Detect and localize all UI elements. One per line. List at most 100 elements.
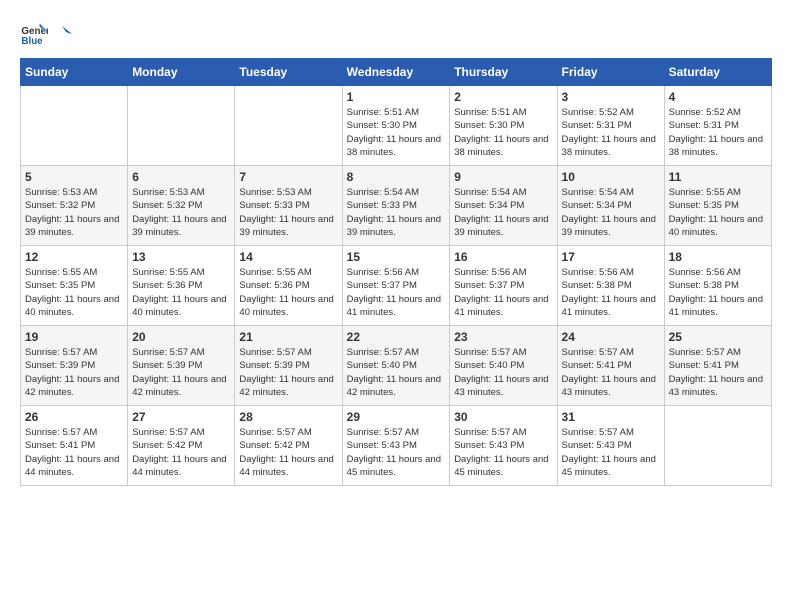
calendar-cell <box>664 406 771 486</box>
day-info: Sunrise: 5:54 AM Sunset: 5:33 PM Dayligh… <box>347 186 446 239</box>
day-info: Sunrise: 5:52 AM Sunset: 5:31 PM Dayligh… <box>562 106 660 159</box>
day-number: 8 <box>347 170 446 184</box>
svg-text:Blue: Blue <box>21 36 43 47</box>
day-number: 9 <box>454 170 552 184</box>
day-number: 2 <box>454 90 552 104</box>
calendar-cell: 19Sunrise: 5:57 AM Sunset: 5:39 PM Dayli… <box>21 326 128 406</box>
day-number: 11 <box>669 170 767 184</box>
calendar-cell: 10 Sunrise: 5:54 AM Sunset: 5:34 PM Dayli… <box>557 166 664 246</box>
day-number: 18 <box>669 250 767 264</box>
day-info: Sunrise: 5:55 AM Sunset: 5:35 PM Dayligh… <box>25 266 123 319</box>
day-info: Sunrise: 5:56 AM Sunset: 5:37 PM Dayligh… <box>347 266 446 319</box>
calendar-cell: 22Sunrise: 5:57 AM Sunset: 5:40 PM Dayli… <box>342 326 450 406</box>
day-info: Sunrise: 5:52 AM Sunset: 5:31 PM Dayligh… <box>669 106 767 159</box>
day-number: 30 <box>454 410 552 424</box>
day-info: Sunrise: 5:57 AM Sunset: 5:43 PM Dayligh… <box>347 426 446 479</box>
day-number: 12 <box>25 250 123 264</box>
page-header: General Blue <box>20 20 772 48</box>
day-info: Sunrise: 5:56 AM Sunset: 5:38 PM Dayligh… <box>669 266 767 319</box>
calendar-cell: 3 Sunrise: 5:52 AM Sunset: 5:31 PM Daylig… <box>557 86 664 166</box>
calendar-cell: 20 Sunrise: 5:57 AM Sunset: 5:39 PM Dayli… <box>128 326 235 406</box>
day-info: Sunrise: 5:53 AM Sunset: 5:32 PM Dayligh… <box>25 186 123 239</box>
column-header-wednesday: Wednesday <box>342 59 450 86</box>
calendar-cell: 28 Sunrise: 5:57 AM Sunset: 5:42 PM Dayli… <box>235 406 342 486</box>
day-info: Sunrise: 5:56 AM Sunset: 5:37 PM Dayligh… <box>454 266 552 319</box>
calendar-cell: 15 Sunrise: 5:56 AM Sunset: 5:37 PM Dayli… <box>342 246 450 326</box>
day-info: Sunrise: 5:57 AM Sunset: 5:39 PM Dayligh… <box>25 346 123 399</box>
calendar-cell: 18 Sunrise: 5:56 AM Sunset: 5:38 PM Dayli… <box>664 246 771 326</box>
calendar-cell: 17Sunrise: 5:56 AM Sunset: 5:38 PM Dayli… <box>557 246 664 326</box>
calendar-cell: 27 Sunrise: 5:57 AM Sunset: 5:42 PM Dayli… <box>128 406 235 486</box>
calendar-cell: 9Sunrise: 5:54 AM Sunset: 5:34 PM Daylig… <box>450 166 557 246</box>
calendar-cell: 2Sunrise: 5:51 AM Sunset: 5:30 PM Daylig… <box>450 86 557 166</box>
day-info: Sunrise: 5:57 AM Sunset: 5:43 PM Dayligh… <box>454 426 552 479</box>
calendar-week-row: 26 Sunrise: 5:57 AM Sunset: 5:41 PM Dayli… <box>21 406 772 486</box>
day-number: 20 <box>132 330 230 344</box>
calendar-week-row: 19Sunrise: 5:57 AM Sunset: 5:39 PM Dayli… <box>21 326 772 406</box>
day-number: 25 <box>669 330 767 344</box>
day-number: 3 <box>562 90 660 104</box>
column-header-monday: Monday <box>128 59 235 86</box>
day-info: Sunrise: 5:57 AM Sunset: 5:40 PM Dayligh… <box>454 346 552 399</box>
calendar-cell: 4Sunrise: 5:52 AM Sunset: 5:31 PM Daylig… <box>664 86 771 166</box>
day-number: 28 <box>239 410 337 424</box>
day-number: 13 <box>132 250 230 264</box>
logo-bird-icon <box>52 24 72 44</box>
calendar-cell: 7 Sunrise: 5:53 AM Sunset: 5:33 PM Daylig… <box>235 166 342 246</box>
day-number: 5 <box>25 170 123 184</box>
day-info: Sunrise: 5:53 AM Sunset: 5:33 PM Dayligh… <box>239 186 337 239</box>
day-info: Sunrise: 5:55 AM Sunset: 5:36 PM Dayligh… <box>239 266 337 319</box>
day-info: Sunrise: 5:55 AM Sunset: 5:36 PM Dayligh… <box>132 266 230 319</box>
day-number: 24 <box>562 330 660 344</box>
logo: General Blue <box>20 20 72 48</box>
day-number: 21 <box>239 330 337 344</box>
calendar-cell: 16Sunrise: 5:56 AM Sunset: 5:37 PM Dayli… <box>450 246 557 326</box>
day-number: 27 <box>132 410 230 424</box>
day-info: Sunrise: 5:55 AM Sunset: 5:35 PM Dayligh… <box>669 186 767 239</box>
calendar-cell: 31Sunrise: 5:57 AM Sunset: 5:43 PM Dayli… <box>557 406 664 486</box>
calendar-cell: 30 Sunrise: 5:57 AM Sunset: 5:43 PM Dayli… <box>450 406 557 486</box>
day-number: 10 <box>562 170 660 184</box>
calendar-cell: 29 Sunrise: 5:57 AM Sunset: 5:43 PM Dayli… <box>342 406 450 486</box>
calendar-cell <box>128 86 235 166</box>
day-number: 14 <box>239 250 337 264</box>
day-number: 15 <box>347 250 446 264</box>
day-number: 26 <box>25 410 123 424</box>
day-info: Sunrise: 5:57 AM Sunset: 5:41 PM Dayligh… <box>669 346 767 399</box>
calendar-week-row: 12 Sunrise: 5:55 AM Sunset: 5:35 PM Dayli… <box>21 246 772 326</box>
calendar-cell: 8 Sunrise: 5:54 AM Sunset: 5:33 PM Daylig… <box>342 166 450 246</box>
calendar-cell: 13 Sunrise: 5:55 AM Sunset: 5:36 PM Dayli… <box>128 246 235 326</box>
day-number: 1 <box>347 90 446 104</box>
day-number: 23 <box>454 330 552 344</box>
calendar-cell: 21 Sunrise: 5:57 AM Sunset: 5:39 PM Dayli… <box>235 326 342 406</box>
calendar-cell: 11 Sunrise: 5:55 AM Sunset: 5:35 PM Dayli… <box>664 166 771 246</box>
day-info: Sunrise: 5:57 AM Sunset: 5:42 PM Dayligh… <box>132 426 230 479</box>
column-header-saturday: Saturday <box>664 59 771 86</box>
calendar-header-row: SundayMondayTuesdayWednesdayThursdayFrid… <box>21 59 772 86</box>
day-info: Sunrise: 5:57 AM Sunset: 5:42 PM Dayligh… <box>239 426 337 479</box>
logo-icon: General Blue <box>20 20 48 48</box>
calendar-week-row: 1 Sunrise: 5:51 AM Sunset: 5:30 PM Daylig… <box>21 86 772 166</box>
day-number: 29 <box>347 410 446 424</box>
day-info: Sunrise: 5:57 AM Sunset: 5:39 PM Dayligh… <box>239 346 337 399</box>
day-info: Sunrise: 5:57 AM Sunset: 5:41 PM Dayligh… <box>25 426 123 479</box>
calendar-cell <box>21 86 128 166</box>
day-info: Sunrise: 5:54 AM Sunset: 5:34 PM Dayligh… <box>562 186 660 239</box>
day-info: Sunrise: 5:57 AM Sunset: 5:40 PM Dayligh… <box>347 346 446 399</box>
day-info: Sunrise: 5:57 AM Sunset: 5:39 PM Dayligh… <box>132 346 230 399</box>
day-info: Sunrise: 5:53 AM Sunset: 5:32 PM Dayligh… <box>132 186 230 239</box>
calendar-cell: 12 Sunrise: 5:55 AM Sunset: 5:35 PM Dayli… <box>21 246 128 326</box>
day-info: Sunrise: 5:51 AM Sunset: 5:30 PM Dayligh… <box>347 106 446 159</box>
column-header-tuesday: Tuesday <box>235 59 342 86</box>
calendar-body: 1 Sunrise: 5:51 AM Sunset: 5:30 PM Daylig… <box>21 86 772 486</box>
day-number: 17 <box>562 250 660 264</box>
column-header-thursday: Thursday <box>450 59 557 86</box>
column-header-friday: Friday <box>557 59 664 86</box>
day-number: 6 <box>132 170 230 184</box>
calendar-cell: 6 Sunrise: 5:53 AM Sunset: 5:32 PM Daylig… <box>128 166 235 246</box>
calendar-cell: 5 Sunrise: 5:53 AM Sunset: 5:32 PM Daylig… <box>21 166 128 246</box>
column-header-sunday: Sunday <box>21 59 128 86</box>
day-info: Sunrise: 5:57 AM Sunset: 5:41 PM Dayligh… <box>562 346 660 399</box>
calendar-cell: 25 Sunrise: 5:57 AM Sunset: 5:41 PM Dayli… <box>664 326 771 406</box>
day-number: 7 <box>239 170 337 184</box>
